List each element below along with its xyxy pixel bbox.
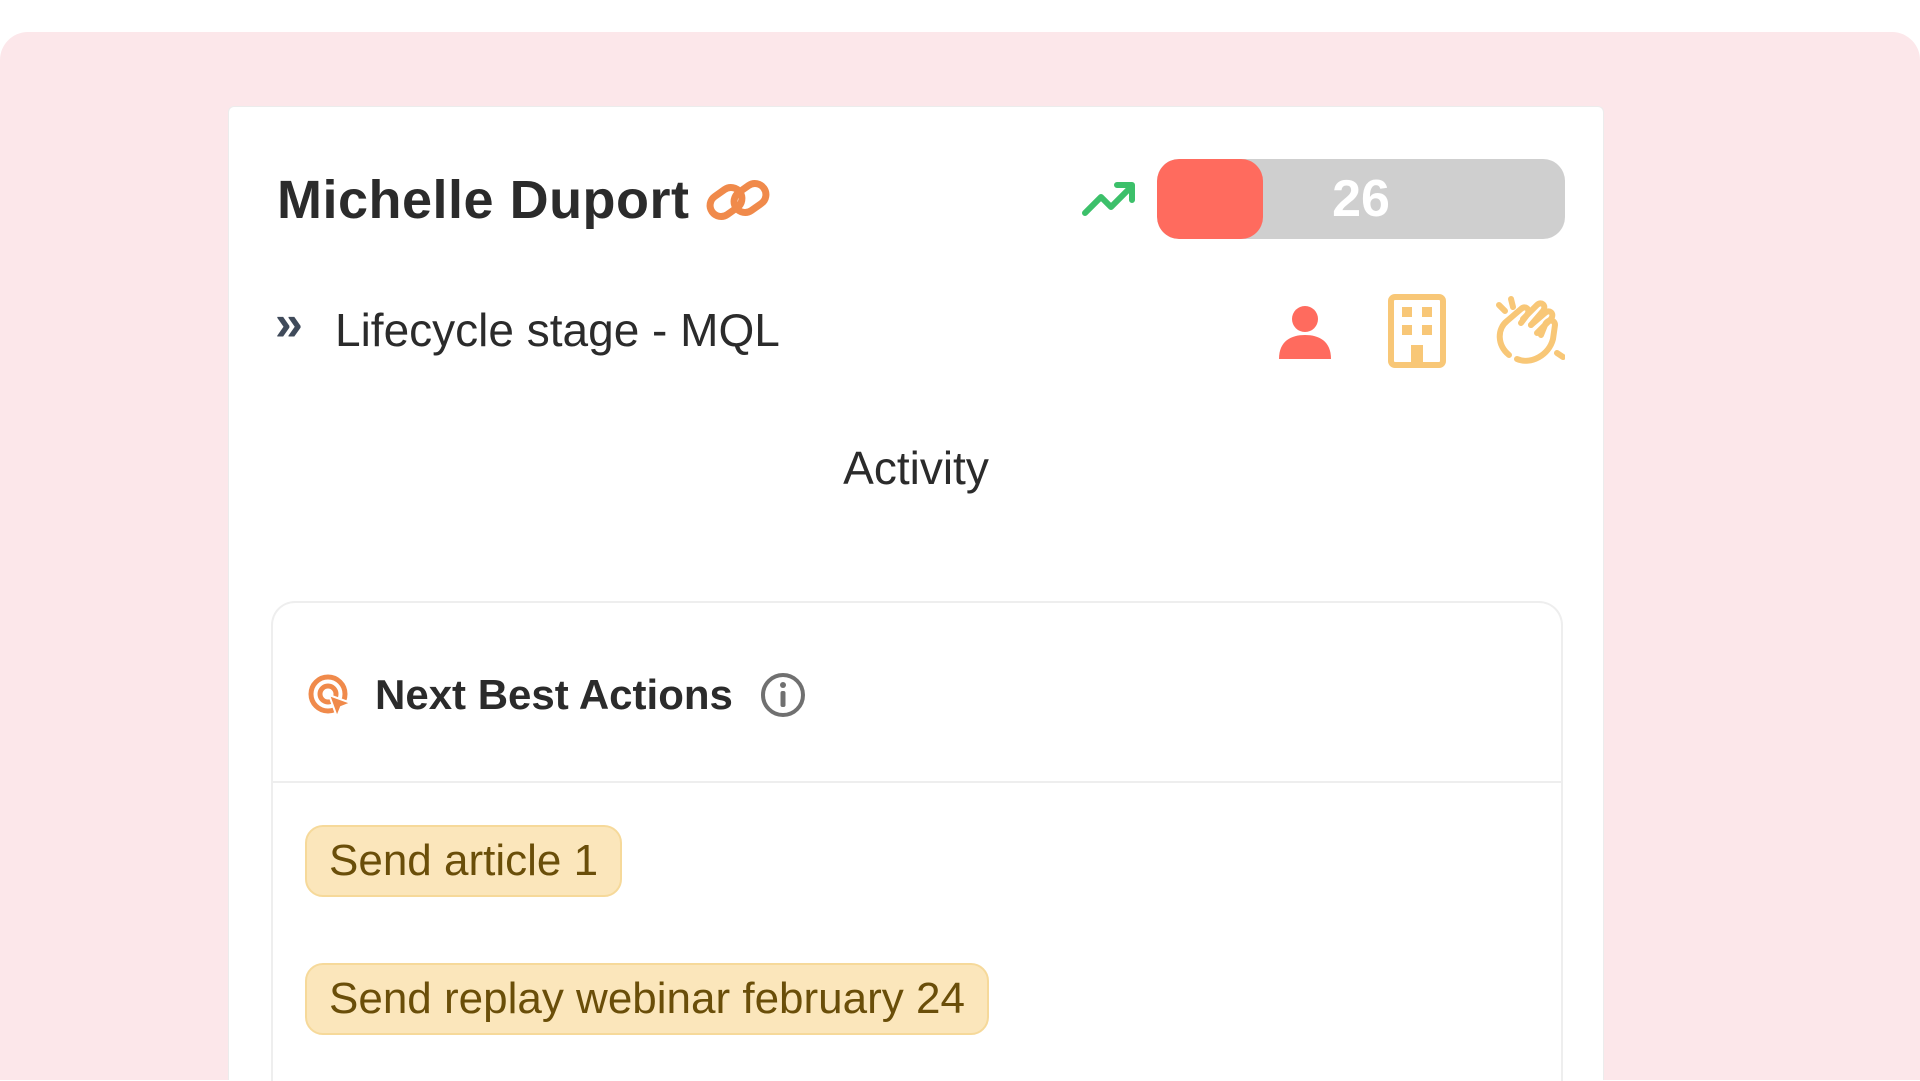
action-send-article-1[interactable]: Send article 1 [305, 825, 623, 897]
target-cursor-icon [308, 674, 353, 719]
person-icon[interactable] [1277, 303, 1333, 361]
info-icon[interactable] [759, 671, 807, 719]
next-best-actions-title: Next Best Actions [375, 671, 733, 718]
trend-up-icon [1082, 182, 1135, 216]
lifecycle-stage-label: Lifecycle stage - MQL [335, 304, 780, 356]
next-best-actions-panel: Next Best Actions Send article 1 Send re… [271, 601, 1563, 1081]
link-icon[interactable] [703, 171, 773, 229]
action-send-replay-webinar[interactable]: Send replay webinar february 24 [305, 963, 989, 1035]
contact-name: Michelle Duport [277, 170, 690, 230]
activity-title[interactable]: Activity [229, 441, 1603, 495]
next-best-actions-header: Next Best Actions [273, 603, 1561, 783]
score-bar: 26 [1157, 159, 1565, 239]
score-value: 26 [1332, 170, 1390, 228]
clapping-hands-icon[interactable] [1491, 295, 1565, 367]
double-chevron-right-icon: » [275, 295, 303, 351]
building-icon[interactable] [1387, 293, 1447, 369]
contact-card: Michelle Duport 26 » Lifecycle stage - M… [228, 106, 1604, 1081]
